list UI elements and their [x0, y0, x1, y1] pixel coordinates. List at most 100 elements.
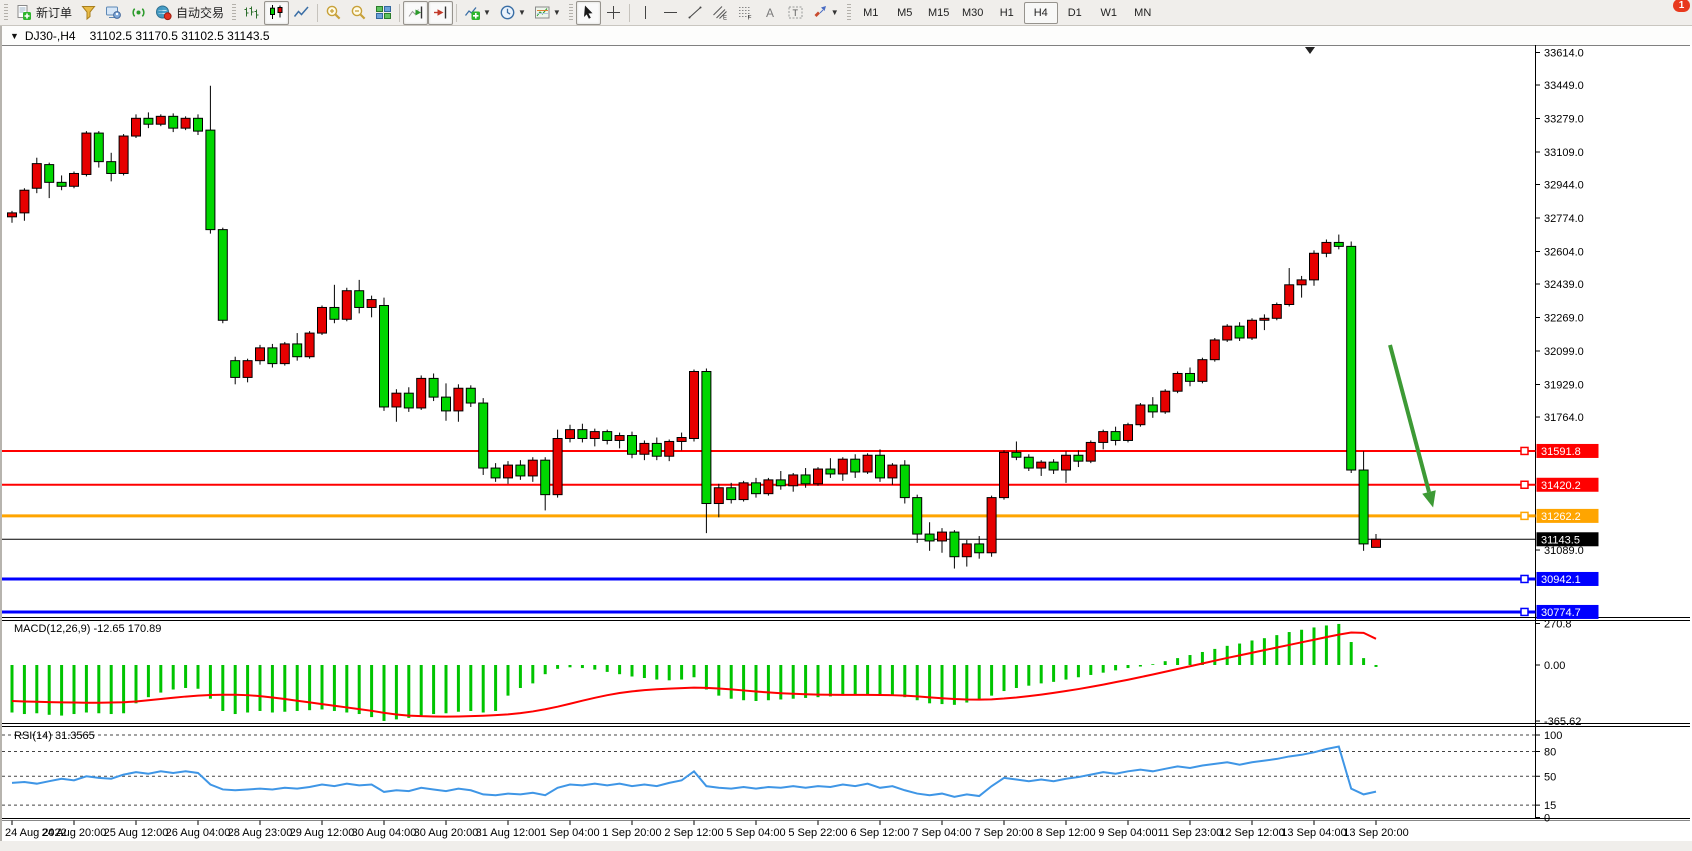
toolbar-grip[interactable]	[232, 4, 236, 22]
candle-body	[938, 532, 947, 541]
new-order-button[interactable]: 新订单	[11, 1, 76, 25]
price-tick-label: 32269.0	[1544, 313, 1584, 325]
pivot-line-handle[interactable]	[1521, 512, 1528, 519]
timeframe-d1-button[interactable]: D1	[1058, 2, 1092, 24]
templates-button[interactable]: ▼	[530, 1, 565, 25]
strategy-tester-button[interactable]	[101, 1, 126, 25]
chart-shift-marker-icon[interactable]	[1305, 47, 1315, 54]
timeframe-mn-button[interactable]: MN	[1126, 2, 1160, 24]
candle-body	[851, 459, 860, 472]
bar-chart-button[interactable]	[239, 1, 264, 25]
timeframe-h1-button[interactable]: H1	[990, 2, 1024, 24]
bar-chart-icon	[243, 4, 260, 21]
support-line-2-handle[interactable]	[1521, 608, 1528, 615]
candle-body	[665, 441, 674, 456]
candlestick-chart-button[interactable]	[264, 1, 289, 25]
one-click-trading-collapse-icon[interactable]: ▼	[10, 31, 19, 41]
macd-indicator-label: MACD(12,26,9) -12.65 170.89	[14, 623, 161, 635]
price-tick-label: 32604.0	[1544, 247, 1584, 259]
timeframe-m1-button[interactable]: M1	[854, 2, 888, 24]
algo-trading-button[interactable]: 自动交易	[151, 1, 228, 25]
time-tick-label: 13 Sep 20:00	[1343, 827, 1408, 839]
text-button[interactable]: A	[758, 1, 783, 25]
toolbar-separator	[317, 4, 318, 22]
horizontal-line-button[interactable]	[658, 1, 683, 25]
candle-body	[690, 371, 699, 438]
trendline-button[interactable]	[683, 1, 708, 25]
auto-scroll-icon	[407, 4, 424, 21]
text-label-button[interactable]: T	[783, 1, 808, 25]
tile-windows-button[interactable]	[371, 1, 396, 25]
timeframe-m5-button[interactable]: M5	[888, 2, 922, 24]
candle-body	[913, 498, 922, 534]
rsi-pane[interactable]: 1008050150	[2, 730, 1562, 825]
fibonacci-icon: F	[737, 4, 754, 21]
rsi-indicator-label: RSI(14) 31.3565	[14, 730, 95, 742]
fibonacci-button[interactable]: F	[733, 1, 758, 25]
candle-body	[776, 480, 785, 486]
toolbar-grip[interactable]	[4, 4, 8, 22]
toolbar-grip[interactable]	[569, 4, 573, 22]
auto-scroll-button[interactable]	[403, 1, 428, 25]
periods-icon	[499, 4, 516, 21]
time-tick-label: 8 Sep 12:00	[1036, 827, 1095, 839]
line-chart-button[interactable]	[289, 1, 314, 25]
candle-body	[70, 173, 79, 186]
timeframe-h4-button[interactable]: H4	[1024, 2, 1058, 24]
candle-body	[144, 118, 153, 124]
candle-body	[962, 544, 971, 557]
candle-body	[132, 118, 141, 136]
candle-body	[342, 291, 351, 320]
signals-button[interactable]	[126, 1, 151, 25]
candle-body	[1334, 242, 1343, 246]
price-tick-label: 32099.0	[1544, 346, 1584, 358]
candle-body	[1248, 320, 1257, 338]
candle-body	[355, 291, 364, 308]
vertical-line-button[interactable]	[633, 1, 658, 25]
candle-body	[714, 488, 723, 504]
line-chart-icon	[293, 4, 310, 21]
candle-body	[900, 465, 909, 498]
candle-body	[1235, 326, 1244, 338]
indicators-button[interactable]: ▼	[460, 1, 495, 25]
candle-body	[863, 455, 872, 472]
price-tick-label: 33614.0	[1544, 47, 1584, 59]
resistance-line-2-handle[interactable]	[1521, 481, 1528, 488]
chart-canvas[interactable]: 33614.033449.033279.033109.032944.032774…	[2, 45, 1692, 841]
candle-body	[1359, 470, 1368, 544]
shapes-icon	[812, 4, 829, 21]
rsi-tick-label: 15	[1544, 800, 1556, 812]
trend-arrow[interactable]	[1390, 345, 1436, 507]
horizontal-lines-layer	[2, 447, 1536, 615]
chart-region[interactable]: 33614.033449.033279.033109.032944.032774…	[0, 45, 1692, 841]
resistance-line-1-handle[interactable]	[1521, 447, 1528, 454]
timeframe-m30-button[interactable]: M30	[956, 2, 990, 24]
candle-body	[838, 459, 847, 474]
chart-shift-button[interactable]	[428, 1, 453, 25]
svg-text:31262.2: 31262.2	[1541, 511, 1581, 523]
cursor-button[interactable]	[576, 1, 601, 25]
candle-body	[1049, 462, 1058, 470]
candle-body	[950, 532, 959, 557]
notification-badge: 1	[1673, 0, 1690, 12]
shapes-button[interactable]: ▼	[808, 1, 843, 25]
periods-button[interactable]: ▼	[495, 1, 530, 25]
support-line-1-handle[interactable]	[1521, 575, 1528, 582]
time-axis[interactable]: 24 Aug 202224 Aug 20:0025 Aug 12:0026 Au…	[5, 821, 1409, 840]
time-tick-label: 5 Sep 22:00	[788, 827, 847, 839]
price-axis[interactable]: 33614.033449.033279.033109.032944.032774…	[1536, 47, 1599, 618]
equidistant-channel-button[interactable]: E	[708, 1, 733, 25]
toolbox-button[interactable]	[76, 1, 101, 25]
timeframe-w1-button[interactable]: W1	[1092, 2, 1126, 24]
candle-body	[1000, 452, 1009, 497]
zoom-out-button[interactable]	[346, 1, 371, 25]
toolbar-grip[interactable]	[847, 4, 851, 22]
macd-pane[interactable]: 270.80.00-365.62	[12, 619, 1581, 729]
crosshair-button[interactable]	[601, 1, 626, 25]
candle-body	[789, 475, 798, 486]
trendline-icon	[687, 4, 704, 21]
time-tick-label: 29 Aug 12:00	[290, 827, 355, 839]
svg-text:30942.1: 30942.1	[1541, 574, 1581, 586]
zoom-in-button[interactable]	[321, 1, 346, 25]
timeframe-m15-button[interactable]: M15	[922, 2, 956, 24]
